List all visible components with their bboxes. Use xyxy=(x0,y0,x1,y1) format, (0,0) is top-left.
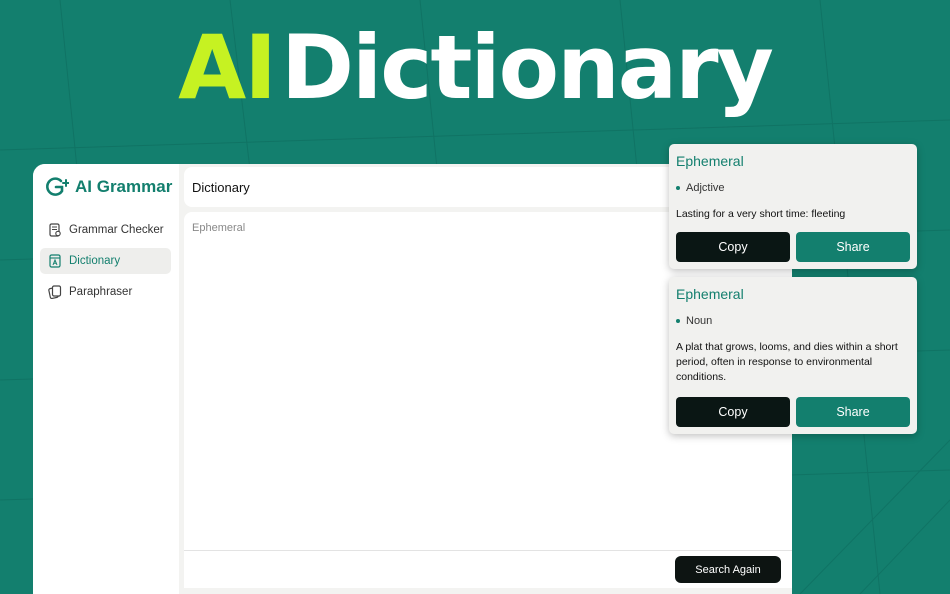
part-of-speech-label: Adjctive xyxy=(686,182,725,194)
hero-accent: AI xyxy=(178,16,277,119)
card-word: Ephemeral xyxy=(676,286,744,302)
bullet-icon xyxy=(676,186,680,190)
part-of-speech-label: Noun xyxy=(686,315,713,327)
card-definition: A plat that grows, looms, and dies withi… xyxy=(676,341,898,383)
page-title: Dictionary xyxy=(192,180,250,195)
share-button[interactable]: Share xyxy=(796,397,910,427)
dictionary-icon xyxy=(49,254,61,268)
grammar-check-icon xyxy=(49,223,61,237)
card-actions: Copy Share xyxy=(676,397,910,427)
copy-button[interactable]: Copy xyxy=(676,397,790,427)
share-button[interactable]: Share xyxy=(796,232,910,262)
sidebar-item-paraphraser[interactable]: Paraphraser xyxy=(40,279,171,305)
sidebar-nav: Grammar Checker Dictionary Paraphraser xyxy=(40,217,171,310)
sidebar: AI Grammar Grammar Checker Dictionary Pa… xyxy=(33,164,179,594)
copy-button[interactable]: Copy xyxy=(676,232,790,262)
sidebar-item-grammar-checker[interactable]: Grammar Checker xyxy=(40,217,171,243)
bullet-icon xyxy=(676,319,680,323)
part-of-speech: Noun xyxy=(676,315,712,327)
card-actions: Copy Share xyxy=(676,232,910,262)
hero-title-text: Dictionary xyxy=(281,16,774,119)
paraphrase-icon xyxy=(48,285,62,299)
part-of-speech: Adjctive xyxy=(676,182,725,194)
brand-logo-icon xyxy=(46,177,69,196)
sidebar-item-label: Paraphraser xyxy=(69,286,133,298)
brand-name: AI Grammar xyxy=(75,177,173,196)
divider xyxy=(184,550,792,551)
definition-card: Ephemeral Noun A plat that grows, looms,… xyxy=(669,277,917,434)
sidebar-item-dictionary[interactable]: Dictionary xyxy=(40,248,171,274)
brand[interactable]: AI Grammar xyxy=(45,176,172,198)
hero-title: AIDictionary xyxy=(0,18,950,118)
card-word: Ephemeral xyxy=(676,153,744,169)
sidebar-item-label: Dictionary xyxy=(69,255,121,267)
search-again-button[interactable]: Search Again xyxy=(675,556,781,583)
word-input[interactable]: Ephemeral xyxy=(192,222,245,234)
card-definition: Lasting for a very short time: fleeting xyxy=(676,208,846,220)
sidebar-item-label: Grammar Checker xyxy=(69,224,164,236)
definition-card: Ephemeral Adjctive Lasting for a very sh… xyxy=(669,144,917,269)
